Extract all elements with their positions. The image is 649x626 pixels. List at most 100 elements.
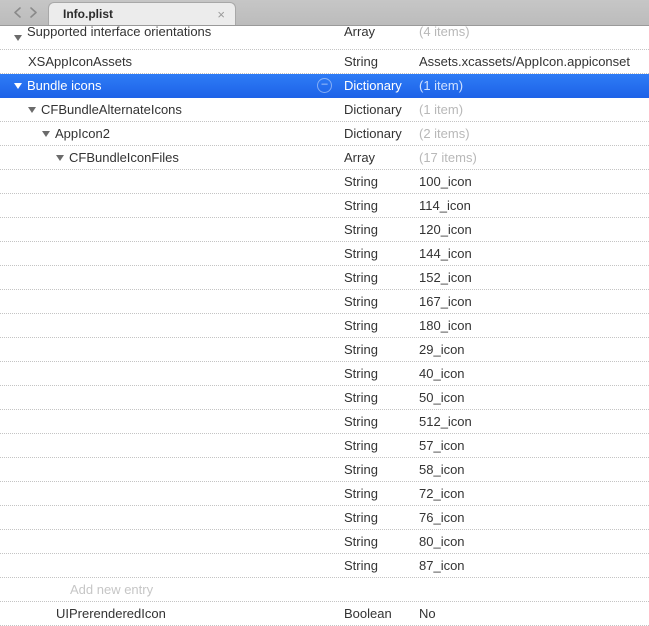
back-button[interactable] xyxy=(10,6,24,20)
plist-row[interactable]: String512_icon xyxy=(0,410,649,434)
key-cell[interactable] xyxy=(0,314,340,337)
key-cell[interactable]: AppIcon2 xyxy=(0,122,340,145)
plist-row[interactable]: String114_icon xyxy=(0,194,649,218)
type-cell[interactable]: String xyxy=(340,510,415,525)
plist-row[interactable]: String120_icon xyxy=(0,218,649,242)
plist-row[interactable]: Supported interface orientationsArray(4 … xyxy=(0,26,649,50)
file-tab[interactable]: Info.plist × xyxy=(48,2,236,25)
plist-row[interactable]: UIPrerenderedIconBooleanNo xyxy=(0,602,649,626)
type-cell[interactable]: String xyxy=(340,54,415,69)
value-cell[interactable]: Assets.xcassets/AppIcon.appiconset xyxy=(415,54,649,69)
value-cell[interactable]: 76_icon xyxy=(415,510,649,525)
key-cell[interactable]: XSAppIconAssets xyxy=(0,50,340,73)
value-cell[interactable]: No xyxy=(415,606,649,621)
key-cell[interactable] xyxy=(0,482,340,505)
value-cell[interactable]: 512_icon xyxy=(415,414,649,429)
plist-row[interactable]: String100_icon xyxy=(0,170,649,194)
key-cell[interactable] xyxy=(0,242,340,265)
type-cell[interactable]: Dictionary xyxy=(340,126,415,141)
plist-row[interactable]: String76_icon xyxy=(0,506,649,530)
value-cell[interactable]: 58_icon xyxy=(415,462,649,477)
plist-row[interactable]: CFBundleIconFilesArray(17 items) xyxy=(0,146,649,170)
value-cell[interactable]: 114_icon xyxy=(415,198,649,213)
type-cell[interactable]: String xyxy=(340,246,415,261)
type-cell[interactable]: String xyxy=(340,486,415,501)
key-cell[interactable] xyxy=(0,290,340,313)
value-cell[interactable]: 40_icon xyxy=(415,366,649,381)
plist-row[interactable]: String180_icon xyxy=(0,314,649,338)
value-cell[interactable]: 120_icon xyxy=(415,222,649,237)
key-cell[interactable]: CFBundleAlternateIcons xyxy=(0,98,340,121)
plist-row[interactable]: XSAppIconAssetsStringAssets.xcassets/App… xyxy=(0,50,649,74)
plist-row-selected[interactable]: Bundle icons–Dictionary(1 item) xyxy=(0,74,649,98)
key-cell[interactable] xyxy=(0,506,340,529)
value-cell[interactable]: (2 items) xyxy=(415,126,649,141)
plist-row[interactable]: String29_icon xyxy=(0,338,649,362)
plist-row[interactable]: String58_icon xyxy=(0,458,649,482)
type-cell[interactable]: String xyxy=(340,174,415,189)
value-cell[interactable]: (1 item) xyxy=(415,78,649,93)
key-cell[interactable] xyxy=(0,410,340,433)
key-cell[interactable] xyxy=(0,338,340,361)
value-cell[interactable]: 57_icon xyxy=(415,438,649,453)
plist-row[interactable]: String167_icon xyxy=(0,290,649,314)
value-cell[interactable]: 80_icon xyxy=(415,534,649,549)
plist-row[interactable]: Add new entry xyxy=(0,578,649,602)
type-cell[interactable]: Dictionary xyxy=(340,78,415,93)
disclosure-triangle-icon[interactable] xyxy=(42,131,50,137)
type-cell[interactable]: String xyxy=(340,438,415,453)
disclosure-triangle-icon[interactable] xyxy=(56,155,64,161)
plist-row[interactable]: CFBundleAlternateIconsDictionary(1 item) xyxy=(0,98,649,122)
value-cell[interactable]: 29_icon xyxy=(415,342,649,357)
disclosure-triangle-icon[interactable] xyxy=(14,83,22,89)
type-cell[interactable]: String xyxy=(340,534,415,549)
key-cell[interactable]: UIPrerenderedIcon xyxy=(0,602,340,625)
key-cell[interactable]: CFBundleIconFiles xyxy=(0,146,340,169)
key-cell[interactable] xyxy=(0,554,340,577)
type-cell[interactable]: String xyxy=(340,462,415,477)
type-cell[interactable]: String xyxy=(340,390,415,405)
plist-row[interactable]: String152_icon xyxy=(0,266,649,290)
plist-row[interactable]: String40_icon xyxy=(0,362,649,386)
close-icon[interactable]: × xyxy=(217,7,225,22)
value-cell[interactable]: 144_icon xyxy=(415,246,649,261)
type-cell[interactable]: String xyxy=(340,558,415,573)
type-cell[interactable]: String xyxy=(340,414,415,429)
value-cell[interactable]: 152_icon xyxy=(415,270,649,285)
key-cell[interactable] xyxy=(0,530,340,553)
remove-button[interactable]: – xyxy=(317,78,332,93)
type-cell[interactable]: Boolean xyxy=(340,606,415,621)
value-cell[interactable]: (4 items) xyxy=(415,24,649,39)
key-cell[interactable] xyxy=(0,194,340,217)
plist-row[interactable]: String144_icon xyxy=(0,242,649,266)
key-cell[interactable] xyxy=(0,386,340,409)
key-cell[interactable] xyxy=(0,170,340,193)
plist-row[interactable]: String80_icon xyxy=(0,530,649,554)
type-cell[interactable]: Array xyxy=(340,24,415,39)
type-cell[interactable]: String xyxy=(340,366,415,381)
value-cell[interactable]: 87_icon xyxy=(415,558,649,573)
plist-row[interactable]: String72_icon xyxy=(0,482,649,506)
type-cell[interactable]: String xyxy=(340,222,415,237)
key-cell[interactable] xyxy=(0,218,340,241)
key-cell[interactable] xyxy=(0,362,340,385)
type-cell[interactable]: Array xyxy=(340,150,415,165)
type-cell[interactable]: String xyxy=(340,270,415,285)
value-cell[interactable]: 72_icon xyxy=(415,486,649,501)
type-cell[interactable]: String xyxy=(340,342,415,357)
disclosure-triangle-icon[interactable] xyxy=(28,107,36,113)
value-cell[interactable]: 100_icon xyxy=(415,174,649,189)
plist-row[interactable]: String87_icon xyxy=(0,554,649,578)
key-cell[interactable]: Add new entry xyxy=(0,578,340,601)
key-cell[interactable] xyxy=(0,458,340,481)
value-cell[interactable]: 50_icon xyxy=(415,390,649,405)
type-cell[interactable]: Dictionary xyxy=(340,102,415,117)
add-new-entry[interactable]: Add new entry xyxy=(70,582,153,597)
plist-row[interactable]: String57_icon xyxy=(0,434,649,458)
plist-row[interactable]: AppIcon2Dictionary(2 items) xyxy=(0,122,649,146)
value-cell[interactable]: (1 item) xyxy=(415,102,649,117)
key-cell[interactable] xyxy=(0,434,340,457)
plist-row[interactable]: String50_icon xyxy=(0,386,649,410)
disclosure-triangle-icon[interactable] xyxy=(14,35,22,41)
type-cell[interactable]: String xyxy=(340,198,415,213)
